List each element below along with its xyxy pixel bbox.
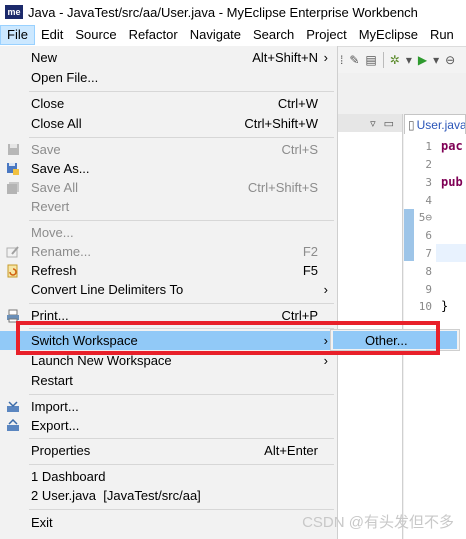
code-line-package: pac bbox=[441, 139, 463, 153]
menu-separator bbox=[29, 137, 334, 138]
menu-item-save-all[interactable]: Save All Ctrl+Shift+S bbox=[0, 178, 338, 197]
line-number: 5⊖ bbox=[418, 211, 432, 224]
import-icon bbox=[5, 399, 21, 415]
menu-item-save[interactable]: Save Ctrl+S bbox=[0, 140, 338, 159]
menu-project[interactable]: Project bbox=[300, 25, 352, 45]
code-line-public: pub bbox=[441, 175, 463, 189]
menu-item-restart[interactable]: Restart bbox=[0, 371, 338, 390]
menu-item-refresh[interactable]: Refresh F5 bbox=[0, 261, 338, 280]
editor-tab-user-java[interactable]: ▯ User.java bbox=[404, 114, 466, 134]
export-icon bbox=[5, 418, 21, 434]
menu-item-exit[interactable]: Exit bbox=[0, 513, 338, 532]
line-number: 7 bbox=[425, 247, 432, 260]
menu-myeclipse[interactable]: MyEclipse bbox=[353, 25, 424, 45]
line-number: 6 bbox=[425, 229, 432, 242]
toolbar-separator bbox=[382, 52, 384, 68]
code-line-brace: } bbox=[441, 299, 449, 313]
minimize-icon[interactable]: ▭ bbox=[384, 117, 394, 130]
file-menu-dropdown: New Alt+Shift+N › Open File... Close Ctr… bbox=[0, 46, 338, 539]
menu-separator bbox=[29, 464, 334, 465]
window-title: Java - JavaTest/src/aa/User.java - MyEcl… bbox=[28, 4, 418, 20]
rename-icon bbox=[5, 244, 21, 260]
menu-item-convert-line-delimiters[interactable]: Convert Line Delimiters To › bbox=[0, 280, 338, 299]
menu-item-close-all[interactable]: Close All Ctrl+Shift+W bbox=[0, 114, 338, 133]
menu-bar: File Edit Source Refactor Navigate Searc… bbox=[0, 24, 466, 47]
toolbar-run-icon[interactable]: ▶ bbox=[418, 53, 427, 67]
package-explorer-tab-controls: ▿ ▭ bbox=[338, 114, 402, 132]
toolbar-format-icon[interactable]: ▤ bbox=[365, 53, 376, 67]
menu-item-close[interactable]: Close Ctrl+W bbox=[0, 94, 338, 113]
line-number: 8 bbox=[425, 265, 432, 278]
menu-run[interactable]: Run bbox=[424, 25, 460, 45]
menu-item-open-file[interactable]: Open File... bbox=[0, 68, 338, 87]
menu-item-properties[interactable]: Properties Alt+Enter bbox=[0, 441, 338, 460]
submenu-arrow-icon: › bbox=[323, 282, 328, 297]
title-bar: me Java - JavaTest/src/aa/User.java - My… bbox=[0, 0, 466, 24]
menu-navigate[interactable]: Navigate bbox=[184, 25, 247, 45]
menu-item-recent-user-java[interactable]: 2 User.java [JavaTest/src/aa] bbox=[0, 486, 338, 505]
menu-edit[interactable]: Edit bbox=[35, 25, 69, 45]
menu-refactor[interactable]: Refactor bbox=[123, 25, 184, 45]
menu-separator bbox=[29, 303, 334, 304]
toolbar-edit-icon[interactable]: ✎ bbox=[349, 53, 359, 67]
view-menu-icon[interactable]: ▿ bbox=[370, 117, 376, 130]
toolbar-debug-icon[interactable]: ✲ bbox=[390, 53, 400, 67]
submenu-arrow-icon: › bbox=[323, 353, 328, 368]
line-number: 1 bbox=[425, 140, 432, 153]
menu-search[interactable]: Search bbox=[247, 25, 300, 45]
toolbar-dropdown-icon[interactable]: ▾ bbox=[406, 53, 412, 67]
myeclipse-logo-icon: me bbox=[5, 5, 23, 19]
refresh-icon bbox=[5, 263, 21, 279]
menu-item-move[interactable]: Move... bbox=[0, 223, 338, 242]
toolbar-dropdown-icon[interactable]: ▾ bbox=[433, 53, 439, 67]
line-number: 9 bbox=[425, 283, 432, 296]
submenu-arrow-icon: › bbox=[323, 50, 328, 65]
line-number: 2 bbox=[425, 158, 432, 171]
save-all-icon bbox=[5, 180, 21, 196]
line-number: 4 bbox=[425, 194, 432, 207]
watermark: CSDN @有头发但不多 bbox=[302, 514, 454, 531]
menu-file[interactable]: File bbox=[0, 25, 35, 45]
menu-separator bbox=[29, 509, 334, 510]
save-as-icon bbox=[5, 161, 21, 177]
editor-tab-label: User.java bbox=[416, 117, 466, 132]
menu-item-export[interactable]: Export... bbox=[0, 416, 338, 435]
menu-item-import[interactable]: Import... bbox=[0, 397, 338, 416]
menu-item-new[interactable]: New Alt+Shift+N › bbox=[0, 48, 338, 67]
current-line-highlight bbox=[436, 244, 466, 262]
menu-source[interactable]: Source bbox=[69, 25, 122, 45]
menu-item-recent-dashboard[interactable]: 1 Dashboard bbox=[0, 467, 338, 486]
menu-item-save-as[interactable]: Save As... bbox=[0, 159, 338, 178]
menu-separator bbox=[29, 220, 334, 221]
toolbar-grip-icon: ⁞ bbox=[340, 53, 344, 67]
toolbar: ⁞ ✎ ▤ ✲ ▾ ▶ ▾ ⊖ bbox=[338, 47, 466, 73]
java-file-icon: ▯ bbox=[408, 117, 415, 132]
annotation-highlight-box bbox=[16, 321, 440, 355]
save-icon bbox=[5, 142, 21, 158]
line-number: 10 bbox=[418, 300, 432, 313]
menu-item-revert[interactable]: Revert bbox=[0, 197, 338, 216]
menu-separator bbox=[29, 394, 334, 395]
line-number: 3 bbox=[425, 176, 432, 189]
menu-separator bbox=[29, 91, 334, 92]
menu-item-rename[interactable]: Rename... F2 bbox=[0, 242, 338, 261]
change-ruler-marker bbox=[404, 209, 414, 261]
toolbar-stop-icon[interactable]: ⊖ bbox=[445, 53, 455, 67]
menu-separator bbox=[29, 438, 334, 439]
